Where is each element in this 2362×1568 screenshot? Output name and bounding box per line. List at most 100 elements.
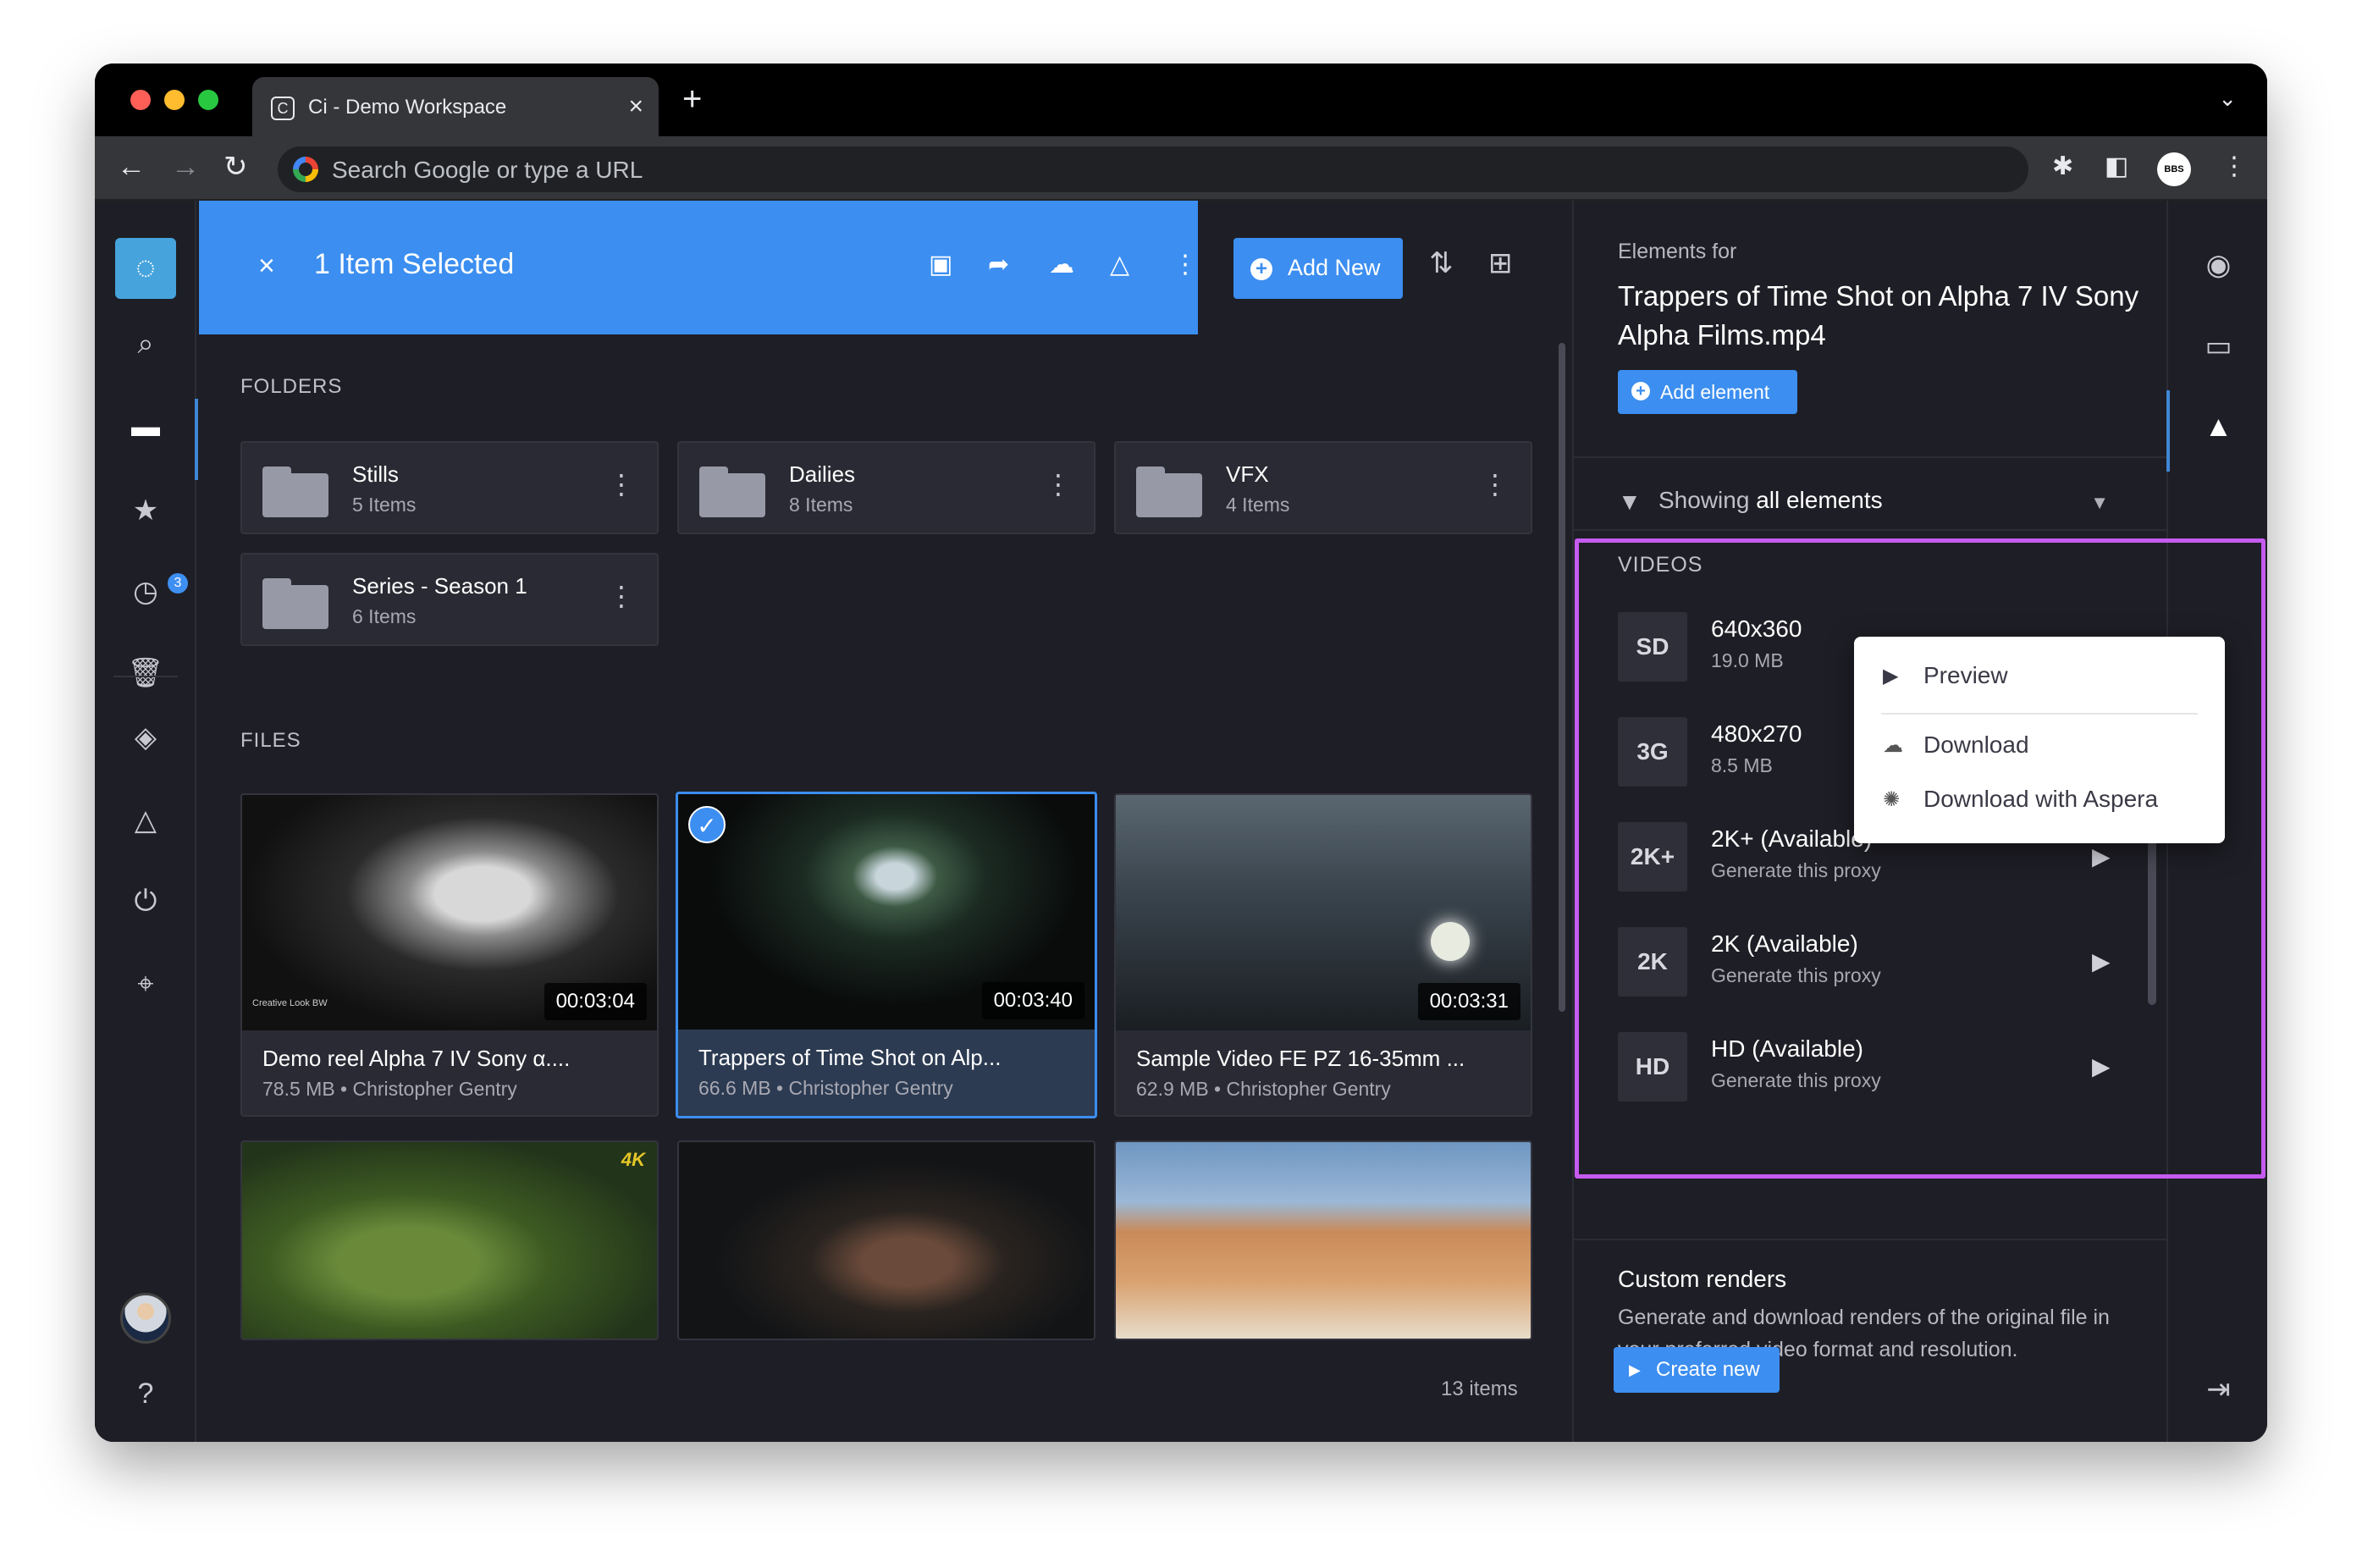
- filter-icon: ▼: [1618, 489, 1642, 515]
- folder-card[interactable]: Series - Season 1 6 Items ⋮: [240, 553, 659, 646]
- eye-icon[interactable]: ◉: [2168, 248, 2267, 282]
- folder-name: Stills: [352, 461, 399, 487]
- new-tab-button[interactable]: +: [682, 82, 702, 116]
- filter-dropdown[interactable]: Showing all elements: [1658, 487, 1883, 514]
- address-bar[interactable]: Search Google or type a URL: [278, 146, 2028, 192]
- add-new-button[interactable]: + Add New: [1233, 238, 1403, 299]
- proxy-sub: Generate this proxy: [1711, 859, 1881, 881]
- nav-divider: [113, 676, 178, 677]
- video-duration: 00:03:31: [1417, 983, 1520, 1020]
- cloud-download-icon: ☁: [1883, 734, 1903, 757]
- panel-divider: [1574, 456, 2166, 458]
- folder-name: Dailies: [789, 461, 856, 487]
- tab-close-button[interactable]: ×: [628, 92, 643, 121]
- proxy-context-menu: ▶ Preview ☁ Download ✺ Download with Asp…: [1854, 637, 2225, 843]
- folder-icon: [262, 578, 328, 629]
- file-card[interactable]: [677, 1140, 1095, 1340]
- comment-icon[interactable]: ▭: [2168, 329, 2267, 363]
- collapse-panel-icon[interactable]: ⇥: [2168, 1372, 2267, 1406]
- user-avatar[interactable]: [120, 1293, 171, 1344]
- extensions-puzzle-icon[interactable]: ✱: [2052, 152, 2073, 181]
- file-card[interactable]: 00:03:31 Sample Video FE PZ 16-35mm ... …: [1114, 793, 1532, 1117]
- reload-icon[interactable]: ↻: [224, 150, 248, 184]
- side-panel-icon[interactable]: ◧: [2105, 152, 2128, 181]
- profile-avatar[interactable]: BBS: [2157, 152, 2191, 186]
- folder-menu-icon[interactable]: ⋮: [1482, 468, 1509, 500]
- folder-card[interactable]: Stills 5 Items ⋮: [240, 441, 659, 534]
- cloud-download-icon[interactable]: ☁: [1049, 250, 1074, 279]
- folder-menu-icon[interactable]: ⋮: [1045, 468, 1072, 500]
- files-scrollbar[interactable]: [1555, 334, 1567, 1342]
- maximize-window-button[interactable]: [198, 90, 218, 110]
- share-icon[interactable]: ➦: [988, 250, 1009, 279]
- cube-icon[interactable]: ◈: [95, 721, 196, 754]
- trash-icon[interactable]: 🗑: [95, 656, 196, 690]
- target-icon[interactable]: ⌖: [95, 968, 196, 1001]
- folder-menu-icon[interactable]: ⋮: [608, 580, 635, 612]
- proxy-name: 480x270: [1711, 721, 1802, 747]
- tab-search-chevron-icon[interactable]: ⌄: [2218, 86, 2237, 112]
- folder-icon[interactable]: ▬: [95, 399, 198, 480]
- plus-icon: +: [1250, 258, 1272, 280]
- file-card[interactable]: Creative Look BW 00:03:04 Demo reel Alph…: [240, 793, 659, 1117]
- file-card[interactable]: 4K: [240, 1140, 659, 1340]
- ci-logo-button[interactable]: ◌: [115, 238, 176, 299]
- forward-arrow-icon[interactable]: →: [171, 150, 200, 184]
- close-window-button[interactable]: [130, 90, 151, 110]
- custom-renders-title: Custom renders: [1618, 1266, 1787, 1292]
- menu-item-preview[interactable]: Preview: [1923, 662, 2008, 689]
- proxy-size: 19.0 MB: [1711, 649, 1784, 671]
- menu-item-download-aspera[interactable]: Download with Aspera: [1923, 786, 2158, 813]
- clear-selection-button[interactable]: ×: [258, 250, 275, 283]
- headlight-icon: [1431, 922, 1470, 961]
- folder-icon: [699, 467, 765, 517]
- chevron-down-icon[interactable]: ▼: [2090, 492, 2109, 514]
- create-new-button[interactable]: Create new: [1614, 1347, 1780, 1393]
- videos-section-label: VIDEOS: [1618, 553, 1703, 577]
- selected-check-icon[interactable]: ✓: [688, 806, 726, 843]
- folder-card[interactable]: Dailies 8 Items ⋮: [677, 441, 1095, 534]
- help-icon[interactable]: ?: [95, 1378, 196, 1411]
- video-proxy-row[interactable]: 2K 2K (Available) Generate this proxy ▶: [1618, 920, 2126, 997]
- more-actions-icon[interactable]: ⋮: [1173, 250, 1198, 279]
- proxy-badge: 2K+: [1618, 822, 1687, 892]
- folder-count: 5 Items: [352, 494, 417, 516]
- minimize-window-button[interactable]: [164, 90, 185, 110]
- video-proxy-row[interactable]: HD HD (Available) Generate this proxy ▶: [1618, 1025, 2126, 1101]
- generate-proxy-icon[interactable]: ▶: [2092, 947, 2111, 975]
- panel-caption: Elements for: [1618, 240, 1737, 263]
- file-name: Demo reel Alpha 7 IV Sony α....: [262, 1046, 571, 1071]
- image-icon[interactable]: ▣: [929, 250, 952, 279]
- proxy-sub: Generate this proxy: [1711, 964, 1881, 986]
- browser-tab[interactable]: C Ci - Demo Workspace ×: [252, 77, 659, 136]
- star-icon[interactable]: ★: [95, 494, 196, 527]
- generate-proxy-icon[interactable]: ▶: [2092, 842, 2111, 870]
- sort-icon[interactable]: ⇅: [1429, 246, 1454, 280]
- grid-view-icon[interactable]: ⊞: [1488, 246, 1513, 280]
- video-thumbnail: [1116, 1142, 1531, 1339]
- proxy-name: HD (Available): [1711, 1035, 1863, 1062]
- tab-bar: C Ci - Demo Workspace × + ⌄: [95, 63, 2267, 136]
- search-icon[interactable]: ⌕: [95, 328, 196, 361]
- add-element-button[interactable]: Add element: [1618, 370, 1797, 414]
- folder-icon: [1136, 467, 1202, 517]
- drive-icon[interactable]: △: [95, 803, 196, 837]
- power-icon[interactable]: ⏻: [95, 885, 196, 918]
- elements-shapes-icon[interactable]: ▲: [2166, 390, 2267, 472]
- folder-menu-icon[interactable]: ⋮: [608, 468, 635, 500]
- filter-prefix: Showing: [1658, 487, 1750, 513]
- menu-item-download[interactable]: Download: [1923, 732, 2029, 759]
- video-duration: 00:03:04: [544, 983, 647, 1020]
- browser-menu-icon[interactable]: ⋮: [2221, 152, 2247, 181]
- file-name: Sample Video FE PZ 16-35mm ...: [1136, 1046, 1465, 1071]
- folder-icon: [262, 467, 328, 517]
- filter-value: all elements: [1756, 487, 1883, 513]
- generate-proxy-icon[interactable]: ▶: [2092, 1052, 2111, 1080]
- proxy-badge: 3G: [1618, 717, 1687, 787]
- file-card[interactable]: [1114, 1140, 1532, 1340]
- folder-card[interactable]: VFX 4 Items ⋮: [1114, 441, 1532, 534]
- file-card-selected[interactable]: ✓ 00:03:40 Trappers of Time Shot on Alp.…: [676, 792, 1097, 1118]
- file-meta: 62.9 MB • Christopher Gentry: [1136, 1078, 1391, 1100]
- back-arrow-icon[interactable]: ←: [117, 150, 146, 184]
- drive-upload-icon[interactable]: △: [1110, 250, 1129, 279]
